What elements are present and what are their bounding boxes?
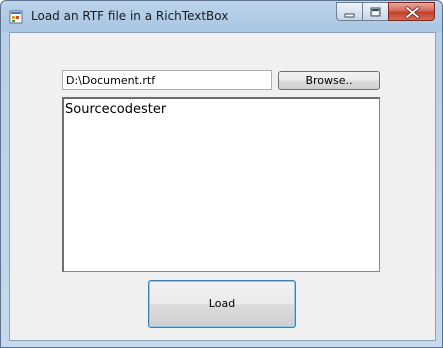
application-window-icon bbox=[9, 9, 23, 24]
form-client-area: Browse.. Sourcecodester Load bbox=[9, 32, 436, 341]
minimize-icon bbox=[344, 13, 355, 18]
close-button[interactable] bbox=[388, 2, 435, 21]
rich-text-box[interactable]: Sourcecodester bbox=[62, 97, 380, 272]
window-title: Load an RTF file in a RichTextBox bbox=[31, 9, 229, 23]
browse-button[interactable]: Browse.. bbox=[278, 71, 380, 90]
maximize-icon bbox=[370, 7, 381, 17]
title-bar[interactable]: Load an RTF file in a RichTextBox bbox=[1, 1, 442, 31]
minimize-button[interactable] bbox=[336, 2, 362, 21]
file-path-input[interactable] bbox=[62, 70, 272, 90]
load-button[interactable]: Load bbox=[148, 280, 296, 328]
app-window: Load an RTF file in a RichTextBox Browse… bbox=[0, 0, 443, 348]
close-icon bbox=[405, 6, 420, 19]
maximize-button[interactable] bbox=[362, 2, 388, 21]
